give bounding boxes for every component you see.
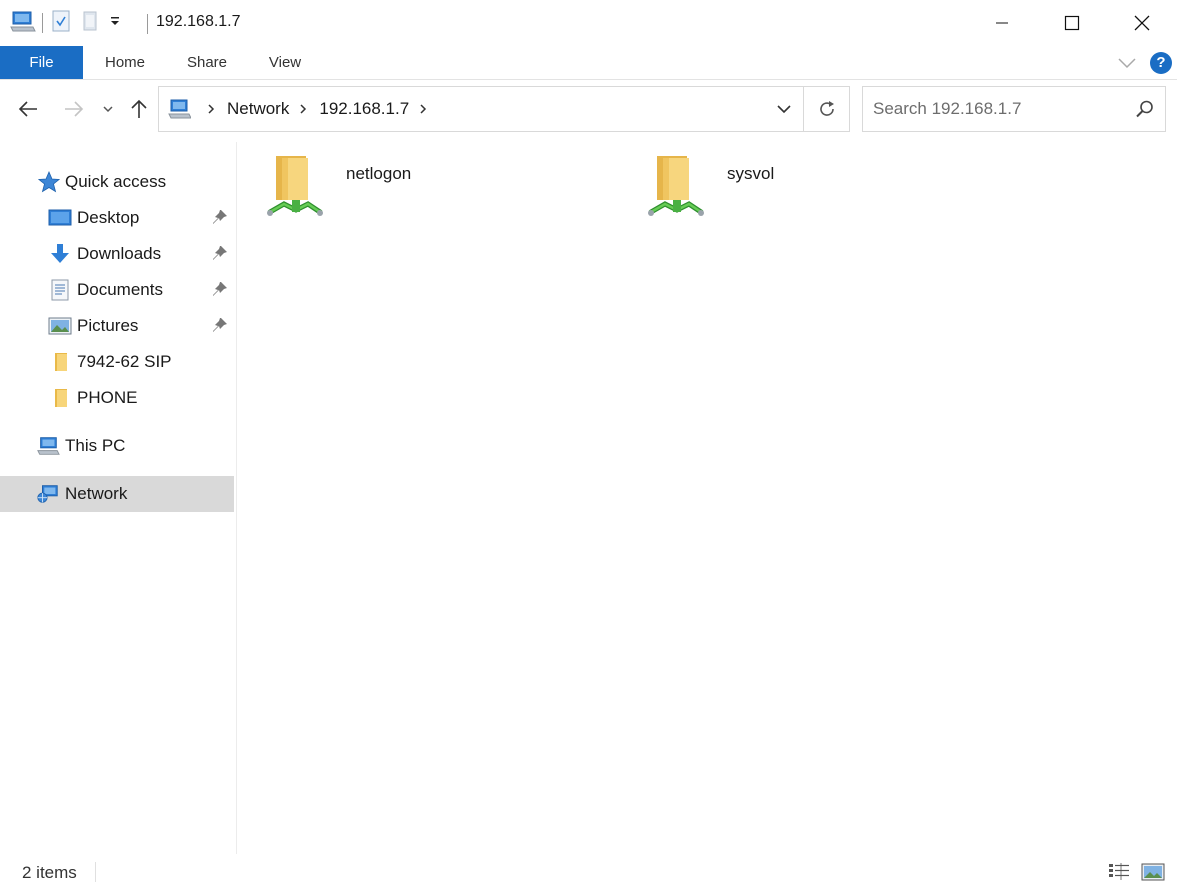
pictures-icon (48, 314, 72, 338)
nav-item-label: 7942-62 SIP (77, 352, 172, 371)
folder-icon (48, 350, 72, 374)
address-bar[interactable]: Network 192.168.1.7 (158, 86, 850, 132)
nav-item-this-pc[interactable]: This PC (0, 428, 234, 464)
share-name: netlogon (346, 164, 412, 183)
this-pc-icon (36, 434, 60, 458)
nav-item-desktop[interactable]: Desktop (0, 200, 234, 236)
chevron-right-icon (208, 104, 215, 114)
breadcrumb-network[interactable]: Network (227, 99, 289, 119)
arrow-left-icon (18, 101, 37, 117)
pin-icon[interactable] (212, 317, 228, 338)
breadcrumb: Network 192.168.1.7 (167, 87, 439, 131)
documents-icon (48, 278, 72, 302)
arrow-right-icon (65, 101, 84, 117)
address-history-button[interactable] (765, 87, 803, 131)
tab-home[interactable]: Home (92, 46, 158, 79)
nav-item-downloads[interactable]: Downloads (0, 236, 234, 272)
network-location-icon (167, 98, 191, 120)
window-title: 192.168.1.7 (156, 13, 241, 30)
details-view-button[interactable] (1106, 860, 1132, 884)
large-icons-view-button[interactable] (1140, 860, 1166, 884)
help-icon: ? (1156, 54, 1166, 71)
tab-share[interactable]: Share (176, 46, 238, 79)
tab-view[interactable]: View (258, 46, 312, 79)
recent-locations-button[interactable] (96, 94, 120, 124)
title-separator (147, 14, 148, 34)
share-item-netlogon[interactable]: netlogon (238, 150, 598, 226)
chevron-right-icon (300, 104, 307, 114)
maximize-button[interactable] (1037, 0, 1107, 46)
close-icon (1134, 15, 1150, 31)
help-button[interactable]: ? (1150, 51, 1172, 74)
nav-item-label: Documents (77, 280, 163, 299)
ribbon: File Home Share View ? (0, 46, 1177, 80)
downloads-icon (48, 242, 72, 266)
nav-item-label: Downloads (77, 244, 162, 263)
chevron-down-icon (1118, 57, 1136, 68)
refresh-button[interactable] (803, 87, 849, 131)
chevron-right-icon (420, 104, 427, 114)
nav-item-label: Pictures (77, 316, 139, 335)
shared-folder-icon (647, 152, 707, 229)
new-folder-icon[interactable] (81, 10, 99, 37)
pin-icon[interactable] (212, 209, 228, 230)
nav-item-label: Network (65, 484, 128, 503)
nav-item-network[interactable]: Network (0, 476, 234, 512)
breadcrumb-host[interactable]: 192.168.1.7 (319, 99, 409, 119)
search-input[interactable] (863, 87, 1123, 131)
breadcrumb-separator[interactable] (207, 103, 215, 115)
forward-button[interactable] (60, 94, 88, 124)
refresh-icon (819, 101, 834, 116)
search-icon[interactable] (1135, 99, 1155, 124)
ribbon-controls: ? (1118, 46, 1177, 79)
customize-toolbar-icon[interactable] (109, 14, 121, 32)
minimize-icon (996, 22, 1008, 24)
breadcrumb-separator[interactable] (419, 103, 427, 115)
nav-item-label: Desktop (77, 208, 140, 227)
pin-icon[interactable] (212, 281, 228, 302)
maximize-icon (1064, 15, 1080, 31)
back-button[interactable] (14, 94, 42, 124)
up-button[interactable] (125, 94, 153, 124)
properties-icon[interactable] (51, 10, 71, 37)
nav-item-7942-62-sip[interactable]: 7942-62 SIP (0, 344, 234, 380)
nav-item-quick-access[interactable]: Quick access (0, 164, 234, 200)
share-name: sysvol (727, 164, 775, 183)
item-count: 2 items (22, 863, 77, 882)
chevron-down-icon (103, 106, 113, 113)
computer-icon[interactable] (10, 10, 36, 37)
nav-item-label: Quick access (65, 172, 167, 191)
title-bar: 192.168.1.7 (0, 0, 1177, 46)
nav-item-pictures[interactable]: Pictures (0, 308, 234, 344)
share-item-sysvol[interactable]: sysvol (619, 150, 979, 226)
nav-item-documents[interactable]: Documents (0, 272, 234, 308)
shared-folder-icon (266, 152, 326, 229)
nav-item-label: PHONE (77, 388, 138, 407)
details-view-icon (1109, 863, 1129, 880)
navigation-pane: Quick access Desktop Downloads Documents (0, 142, 237, 854)
pane-divider[interactable] (236, 142, 237, 854)
breadcrumb-separator[interactable] (299, 103, 307, 115)
network-icon (36, 482, 60, 506)
status-separator (95, 862, 96, 882)
chevron-down-icon (777, 105, 791, 114)
close-button[interactable] (1107, 0, 1177, 46)
arrow-up-icon (131, 99, 147, 118)
minimize-button[interactable] (967, 0, 1037, 46)
quick-access-star-icon (37, 170, 61, 194)
folder-icon (48, 386, 72, 410)
nav-item-phone[interactable]: PHONE (0, 380, 234, 416)
search-box[interactable] (862, 86, 1166, 132)
quick-access-toolbar (10, 10, 121, 36)
nav-item-label: This PC (65, 436, 126, 455)
desktop-icon (48, 206, 72, 230)
toolbar-separator (42, 13, 43, 33)
large-icons-view-icon (1141, 863, 1165, 881)
expand-ribbon-button[interactable] (1118, 57, 1136, 69)
status-bar: 2 items (0, 856, 1177, 887)
tab-file[interactable]: File (0, 46, 83, 79)
file-list: netlogon sysvol (238, 142, 1177, 854)
pin-icon[interactable] (212, 245, 228, 266)
